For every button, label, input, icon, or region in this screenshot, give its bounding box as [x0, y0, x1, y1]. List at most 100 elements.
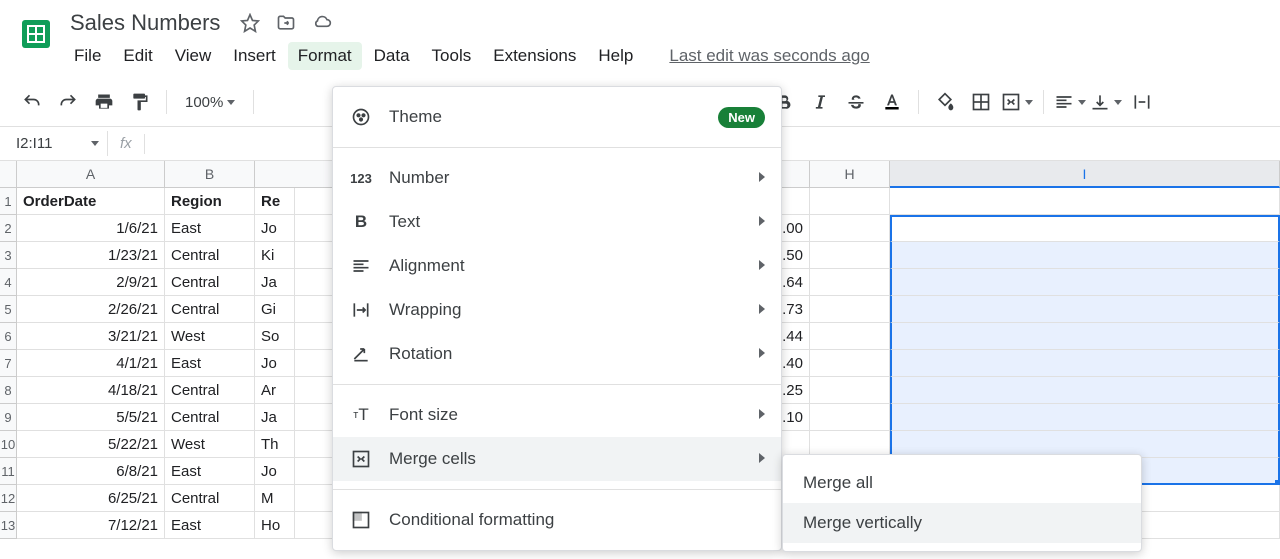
- row-header[interactable]: 10: [0, 431, 17, 458]
- col-header[interactable]: [255, 161, 295, 188]
- menu-rotation[interactable]: Rotation: [333, 332, 781, 376]
- col-header[interactable]: B: [165, 161, 255, 188]
- cell[interactable]: [890, 296, 1280, 323]
- menu-edit[interactable]: Edit: [113, 42, 162, 70]
- cell[interactable]: [810, 323, 890, 350]
- row-header[interactable]: 5: [0, 296, 17, 323]
- cell[interactable]: [810, 242, 890, 269]
- document-title[interactable]: Sales Numbers: [64, 8, 226, 38]
- cell[interactable]: Jo: [255, 350, 295, 377]
- vertical-align-icon[interactable]: [1090, 86, 1122, 118]
- menu-extensions[interactable]: Extensions: [483, 42, 586, 70]
- menu-data[interactable]: Data: [364, 42, 420, 70]
- menu-alignment[interactable]: Alignment: [333, 244, 781, 288]
- cell[interactable]: East: [165, 512, 255, 539]
- cell[interactable]: Central: [165, 377, 255, 404]
- submenu-merge-all[interactable]: Merge all: [783, 463, 1141, 503]
- cell[interactable]: West: [165, 431, 255, 458]
- cell[interactable]: [890, 242, 1280, 269]
- cell[interactable]: Central: [165, 269, 255, 296]
- col-header[interactable]: A: [17, 161, 165, 188]
- menu-conditional-formatting[interactable]: Conditional formatting: [333, 498, 781, 542]
- row-header[interactable]: 1: [0, 188, 17, 215]
- row-header[interactable]: 13: [0, 512, 17, 539]
- cell[interactable]: Ar: [255, 377, 295, 404]
- cell[interactable]: East: [165, 215, 255, 242]
- name-box[interactable]: I2:I11: [8, 131, 108, 156]
- cell[interactable]: 5/22/21: [17, 431, 165, 458]
- star-icon[interactable]: [238, 11, 262, 35]
- cell[interactable]: Jo: [255, 215, 295, 242]
- cell[interactable]: So: [255, 323, 295, 350]
- cell[interactable]: 7/12/21: [17, 512, 165, 539]
- cell[interactable]: 5/5/21: [17, 404, 165, 431]
- fill-color-icon[interactable]: [929, 86, 961, 118]
- cell[interactable]: Central: [165, 242, 255, 269]
- horizontal-align-icon[interactable]: [1054, 86, 1086, 118]
- paint-format-icon[interactable]: [124, 86, 156, 118]
- cell[interactable]: Gi: [255, 296, 295, 323]
- cell[interactable]: [810, 350, 890, 377]
- cell[interactable]: [890, 269, 1280, 296]
- cell[interactable]: [890, 188, 1280, 215]
- cell[interactable]: 2/26/21: [17, 296, 165, 323]
- cell[interactable]: 2/9/21: [17, 269, 165, 296]
- menu-help[interactable]: Help: [588, 42, 643, 70]
- selection-handle[interactable]: [1275, 480, 1280, 485]
- menu-file[interactable]: File: [64, 42, 111, 70]
- redo-icon[interactable]: [52, 86, 84, 118]
- menu-text[interactable]: B Text: [333, 200, 781, 244]
- row-header[interactable]: 12: [0, 485, 17, 512]
- cell[interactable]: [810, 269, 890, 296]
- cell[interactable]: [810, 188, 890, 215]
- cell[interactable]: East: [165, 458, 255, 485]
- menu-font-size[interactable]: тT Font size: [333, 393, 781, 437]
- cell[interactable]: [890, 215, 1280, 242]
- submenu-merge-vertically[interactable]: Merge vertically: [783, 503, 1141, 543]
- row-header[interactable]: 3: [0, 242, 17, 269]
- cell[interactable]: Ho: [255, 512, 295, 539]
- cell[interactable]: Ja: [255, 404, 295, 431]
- cell[interactable]: M: [255, 485, 295, 512]
- cell[interactable]: [810, 404, 890, 431]
- menu-tools[interactable]: Tools: [422, 42, 482, 70]
- row-header[interactable]: 8: [0, 377, 17, 404]
- cell[interactable]: 6/25/21: [17, 485, 165, 512]
- menu-theme[interactable]: Theme New: [333, 95, 781, 139]
- col-header[interactable]: I: [890, 161, 1280, 188]
- row-header[interactable]: 2: [0, 215, 17, 242]
- move-folder-icon[interactable]: [274, 11, 298, 35]
- cell[interactable]: Region: [165, 188, 255, 215]
- menu-insert[interactable]: Insert: [223, 42, 286, 70]
- cell[interactable]: Jo: [255, 458, 295, 485]
- menu-wrapping[interactable]: Wrapping: [333, 288, 781, 332]
- row-header[interactable]: 4: [0, 269, 17, 296]
- print-icon[interactable]: [88, 86, 120, 118]
- cell[interactable]: 6/8/21: [17, 458, 165, 485]
- menu-merge-cells[interactable]: Merge cells: [333, 437, 781, 481]
- cell[interactable]: [810, 296, 890, 323]
- col-header[interactable]: H: [810, 161, 890, 188]
- menu-view[interactable]: View: [165, 42, 222, 70]
- menu-number[interactable]: 123 Number: [333, 156, 781, 200]
- cell[interactable]: 3/21/21: [17, 323, 165, 350]
- cell[interactable]: 4/1/21: [17, 350, 165, 377]
- cell[interactable]: West: [165, 323, 255, 350]
- cell[interactable]: East: [165, 350, 255, 377]
- text-color-icon[interactable]: [876, 86, 908, 118]
- row-header[interactable]: 11: [0, 458, 17, 485]
- zoom-dropdown[interactable]: 100%: [177, 90, 243, 115]
- cell[interactable]: OrderDate: [17, 188, 165, 215]
- cell[interactable]: Th: [255, 431, 295, 458]
- row-header[interactable]: 7: [0, 350, 17, 377]
- undo-icon[interactable]: [16, 86, 48, 118]
- italic-icon[interactable]: [804, 86, 836, 118]
- strikethrough-icon[interactable]: [840, 86, 872, 118]
- row-header[interactable]: 6: [0, 323, 17, 350]
- cloud-status-icon[interactable]: [310, 11, 334, 35]
- cell[interactable]: 1/23/21: [17, 242, 165, 269]
- select-all-corner[interactable]: [0, 161, 17, 188]
- menu-format[interactable]: Format: [288, 42, 362, 70]
- last-edit-link[interactable]: Last edit was seconds ago: [669, 42, 869, 70]
- sheets-logo[interactable]: [16, 8, 56, 60]
